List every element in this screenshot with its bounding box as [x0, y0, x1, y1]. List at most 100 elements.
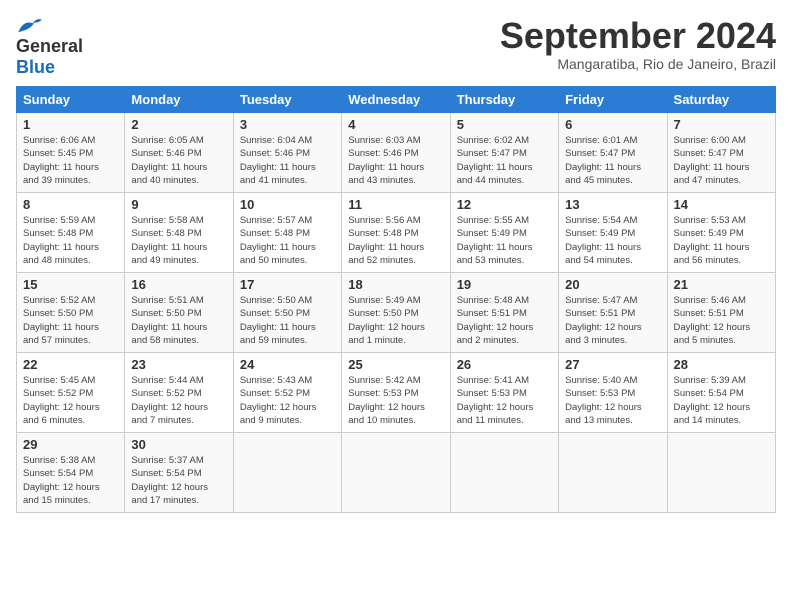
page-header: General Blue September 2024 Mangaratiba,…: [16, 16, 776, 78]
day-cell: 26Sunrise: 5:41 AM Sunset: 5:53 PM Dayli…: [450, 353, 558, 433]
day-cell: [233, 433, 341, 513]
day-cell: 20Sunrise: 5:47 AM Sunset: 5:51 PM Dayli…: [559, 273, 667, 353]
day-info: Sunrise: 5:59 AM Sunset: 5:48 PM Dayligh…: [23, 214, 118, 267]
day-number: 9: [131, 197, 226, 212]
day-info: Sunrise: 5:37 AM Sunset: 5:54 PM Dayligh…: [131, 454, 226, 507]
week-row-5: 29Sunrise: 5:38 AM Sunset: 5:54 PM Dayli…: [17, 433, 776, 513]
day-number: 12: [457, 197, 552, 212]
day-cell: 27 Sunrise: 5:40 AM Sunset: 5:53 PM Dayli…: [559, 353, 667, 433]
day-info: Sunrise: 5:41 AM Sunset: 5:53 PM Dayligh…: [457, 374, 552, 427]
day-cell: 19 Sunrise: 5:48 AM Sunset: 5:51 PM Dayli…: [450, 273, 558, 353]
day-number: 1: [23, 117, 118, 132]
column-header-monday: Monday: [125, 87, 233, 113]
logo-icon: [16, 16, 44, 36]
day-number: 14: [674, 197, 769, 212]
day-info: Sunrise: 6:00 AM Sunset: 5:47 PM Dayligh…: [674, 134, 769, 187]
day-cell: 15Sunrise: 5:52 AM Sunset: 5:50 PM Dayli…: [17, 273, 125, 353]
day-info: Sunrise: 5:57 AM Sunset: 5:48 PM Dayligh…: [240, 214, 335, 267]
header-row: SundayMondayTuesdayWednesdayThursdayFrid…: [17, 87, 776, 113]
day-info: Sunrise: 5:54 AM Sunset: 5:49 PM Dayligh…: [565, 214, 660, 267]
day-info: Sunrise: 5:48 AM Sunset: 5:51 PM Dayligh…: [457, 294, 552, 347]
day-cell: 22Sunrise: 5:45 AM Sunset: 5:52 PM Dayli…: [17, 353, 125, 433]
day-cell: 8 Sunrise: 5:59 AM Sunset: 5:48 PM Daylig…: [17, 193, 125, 273]
day-number: 8: [23, 197, 118, 212]
day-cell: 28 Sunrise: 5:39 AM Sunset: 5:54 PM Dayli…: [667, 353, 775, 433]
day-cell: 5Sunrise: 6:02 AM Sunset: 5:47 PM Daylig…: [450, 113, 558, 193]
calendar-table: SundayMondayTuesdayWednesdayThursdayFrid…: [16, 86, 776, 513]
column-header-friday: Friday: [559, 87, 667, 113]
day-cell: 4 Sunrise: 6:03 AM Sunset: 5:46 PM Daylig…: [342, 113, 450, 193]
day-info: Sunrise: 6:04 AM Sunset: 5:46 PM Dayligh…: [240, 134, 335, 187]
day-info: Sunrise: 5:42 AM Sunset: 5:53 PM Dayligh…: [348, 374, 443, 427]
day-cell: 3 Sunrise: 6:04 AM Sunset: 5:46 PM Daylig…: [233, 113, 341, 193]
day-cell: 29Sunrise: 5:38 AM Sunset: 5:54 PM Dayli…: [17, 433, 125, 513]
calendar-body: 1 Sunrise: 6:06 AM Sunset: 5:45 PM Daylig…: [17, 113, 776, 513]
day-number: 25: [348, 357, 443, 372]
month-title: September 2024: [500, 16, 776, 56]
day-number: 11: [348, 197, 443, 212]
week-row-1: 1 Sunrise: 6:06 AM Sunset: 5:45 PM Daylig…: [17, 113, 776, 193]
day-info: Sunrise: 5:50 AM Sunset: 5:50 PM Dayligh…: [240, 294, 335, 347]
column-header-saturday: Saturday: [667, 87, 775, 113]
day-cell: 9 Sunrise: 5:58 AM Sunset: 5:48 PM Daylig…: [125, 193, 233, 273]
day-number: 17: [240, 277, 335, 292]
calendar-header: SundayMondayTuesdayWednesdayThursdayFrid…: [17, 87, 776, 113]
day-info: Sunrise: 5:56 AM Sunset: 5:48 PM Dayligh…: [348, 214, 443, 267]
day-number: 15: [23, 277, 118, 292]
day-cell: 17 Sunrise: 5:50 AM Sunset: 5:50 PM Dayli…: [233, 273, 341, 353]
day-number: 6: [565, 117, 660, 132]
day-cell: 1 Sunrise: 6:06 AM Sunset: 5:45 PM Daylig…: [17, 113, 125, 193]
day-cell: 30 Sunrise: 5:37 AM Sunset: 5:54 PM Dayli…: [125, 433, 233, 513]
day-info: Sunrise: 5:46 AM Sunset: 5:51 PM Dayligh…: [674, 294, 769, 347]
day-cell: 18Sunrise: 5:49 AM Sunset: 5:50 PM Dayli…: [342, 273, 450, 353]
week-row-4: 22Sunrise: 5:45 AM Sunset: 5:52 PM Dayli…: [17, 353, 776, 433]
week-row-2: 8 Sunrise: 5:59 AM Sunset: 5:48 PM Daylig…: [17, 193, 776, 273]
day-number: 16: [131, 277, 226, 292]
day-info: Sunrise: 6:05 AM Sunset: 5:46 PM Dayligh…: [131, 134, 226, 187]
day-cell: 14Sunrise: 5:53 AM Sunset: 5:49 PM Dayli…: [667, 193, 775, 273]
day-info: Sunrise: 5:47 AM Sunset: 5:51 PM Dayligh…: [565, 294, 660, 347]
logo: General Blue: [16, 16, 83, 78]
day-number: 3: [240, 117, 335, 132]
day-number: 7: [674, 117, 769, 132]
day-number: 19: [457, 277, 552, 292]
day-info: Sunrise: 5:51 AM Sunset: 5:50 PM Dayligh…: [131, 294, 226, 347]
day-cell: 12 Sunrise: 5:55 AM Sunset: 5:49 PM Dayli…: [450, 193, 558, 273]
day-number: 28: [674, 357, 769, 372]
column-header-thursday: Thursday: [450, 87, 558, 113]
day-number: 29: [23, 437, 118, 452]
day-cell: 16 Sunrise: 5:51 AM Sunset: 5:50 PM Dayli…: [125, 273, 233, 353]
day-info: Sunrise: 6:02 AM Sunset: 5:47 PM Dayligh…: [457, 134, 552, 187]
day-info: Sunrise: 6:03 AM Sunset: 5:46 PM Dayligh…: [348, 134, 443, 187]
logo-text-general: General: [16, 36, 83, 57]
location-subtitle: Mangaratiba, Rio de Janeiro, Brazil: [500, 56, 776, 72]
day-info: Sunrise: 5:45 AM Sunset: 5:52 PM Dayligh…: [23, 374, 118, 427]
day-number: 10: [240, 197, 335, 212]
day-cell: 21Sunrise: 5:46 AM Sunset: 5:51 PM Dayli…: [667, 273, 775, 353]
day-number: 24: [240, 357, 335, 372]
day-cell: [450, 433, 558, 513]
day-info: Sunrise: 6:06 AM Sunset: 5:45 PM Dayligh…: [23, 134, 118, 187]
day-cell: 25 Sunrise: 5:42 AM Sunset: 5:53 PM Dayli…: [342, 353, 450, 433]
day-info: Sunrise: 5:39 AM Sunset: 5:54 PM Dayligh…: [674, 374, 769, 427]
column-header-wednesday: Wednesday: [342, 87, 450, 113]
day-number: 4: [348, 117, 443, 132]
day-number: 27: [565, 357, 660, 372]
day-number: 23: [131, 357, 226, 372]
day-info: Sunrise: 5:55 AM Sunset: 5:49 PM Dayligh…: [457, 214, 552, 267]
day-cell: 2Sunrise: 6:05 AM Sunset: 5:46 PM Daylig…: [125, 113, 233, 193]
day-cell: 13Sunrise: 5:54 AM Sunset: 5:49 PM Dayli…: [559, 193, 667, 273]
day-number: 30: [131, 437, 226, 452]
day-info: Sunrise: 5:40 AM Sunset: 5:53 PM Dayligh…: [565, 374, 660, 427]
day-cell: 6Sunrise: 6:01 AM Sunset: 5:47 PM Daylig…: [559, 113, 667, 193]
day-info: Sunrise: 5:58 AM Sunset: 5:48 PM Dayligh…: [131, 214, 226, 267]
column-header-sunday: Sunday: [17, 87, 125, 113]
day-cell: 10 Sunrise: 5:57 AM Sunset: 5:48 PM Dayli…: [233, 193, 341, 273]
day-cell: 11 Sunrise: 5:56 AM Sunset: 5:48 PM Dayli…: [342, 193, 450, 273]
day-cell: 23 Sunrise: 5:44 AM Sunset: 5:52 PM Dayli…: [125, 353, 233, 433]
day-cell: [559, 433, 667, 513]
week-row-3: 15Sunrise: 5:52 AM Sunset: 5:50 PM Dayli…: [17, 273, 776, 353]
day-info: Sunrise: 5:44 AM Sunset: 5:52 PM Dayligh…: [131, 374, 226, 427]
logo-text-blue: Blue: [16, 57, 55, 77]
day-info: Sunrise: 5:43 AM Sunset: 5:52 PM Dayligh…: [240, 374, 335, 427]
